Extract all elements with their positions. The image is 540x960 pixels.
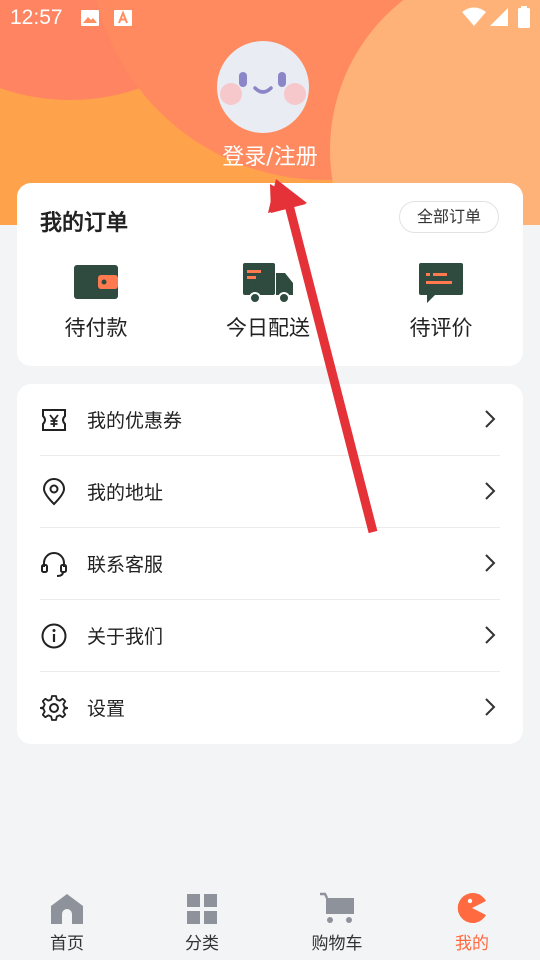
- menu-item-label: 我的优惠券: [87, 410, 183, 432]
- tab-label: 购物车: [311, 934, 363, 954]
- coupon-icon: [42, 409, 66, 431]
- menu-item-coupons[interactable]: 我的优惠券: [40, 384, 500, 456]
- bottom-tab-bar: 首页 分类 购物车 我的: [0, 882, 540, 960]
- tab-label: 首页: [50, 934, 84, 954]
- tab-mine[interactable]: 我的: [427, 888, 517, 954]
- chevron-right-icon: [485, 698, 496, 716]
- menu-item-label: 关于我们: [87, 626, 164, 648]
- chevron-right-icon: [485, 626, 496, 644]
- login-register-link[interactable]: 登录/注册: [200, 139, 340, 171]
- tab-category[interactable]: 分类: [157, 888, 247, 954]
- cart-icon: [320, 892, 354, 923]
- tab-home[interactable]: 首页: [22, 888, 112, 954]
- order-item-label: 待评价: [409, 316, 473, 340]
- truck-icon: [243, 263, 293, 304]
- battery-icon: [518, 6, 530, 32]
- orders-card: 我的订单 全部订单 待付款 今日配送 待评价: [17, 183, 523, 366]
- all-orders-button[interactable]: 全部订单: [399, 201, 499, 233]
- tab-label: 分类: [185, 934, 219, 954]
- a-app-icon: [113, 9, 133, 31]
- tab-cart[interactable]: 购物车: [292, 888, 382, 954]
- order-item-label: 今日配送: [226, 316, 310, 340]
- gear-icon: [40, 695, 68, 721]
- order-item-label: 待付款: [64, 316, 128, 340]
- signal-icon: [488, 7, 510, 31]
- orders-title: 我的订单: [40, 211, 129, 236]
- avatar[interactable]: [217, 41, 309, 133]
- grid-icon: [187, 894, 217, 924]
- home-icon: [51, 894, 83, 924]
- info-icon: [41, 623, 67, 649]
- image-icon: [80, 9, 100, 31]
- menu-item-about-us[interactable]: 关于我们: [40, 600, 500, 672]
- location-icon: [42, 478, 66, 506]
- order-pending-payment[interactable]: 待付款: [36, 263, 156, 342]
- tab-label: 我的: [455, 934, 489, 954]
- comment-icon: [419, 263, 463, 303]
- menu-item-customer-service[interactable]: 联系客服: [40, 528, 500, 600]
- menu-item-label: 我的地址: [87, 482, 164, 504]
- smiley-avatar: [220, 72, 306, 105]
- menu-item-address[interactable]: 我的地址: [40, 456, 500, 528]
- wallet-icon: [74, 265, 118, 299]
- status-bar: 12:57: [0, 0, 540, 36]
- chevron-right-icon: [485, 482, 496, 500]
- order-pending-review[interactable]: 待评价: [381, 263, 501, 342]
- menu-item-label: 联系客服: [87, 554, 164, 576]
- chevron-right-icon: [485, 410, 496, 428]
- menu-item-settings[interactable]: 设置: [40, 672, 500, 744]
- status-time: 12:57: [10, 6, 63, 29]
- order-today-delivery[interactable]: 今日配送: [208, 263, 328, 342]
- headset-icon: [41, 552, 67, 577]
- pacman-icon: [457, 893, 486, 923]
- wifi-icon: [462, 7, 486, 31]
- chevron-right-icon: [485, 554, 496, 572]
- menu-item-label: 设置: [87, 698, 126, 720]
- menu-card: 我的优惠券 我的地址 联系客服 关于我们 设置: [17, 384, 523, 744]
